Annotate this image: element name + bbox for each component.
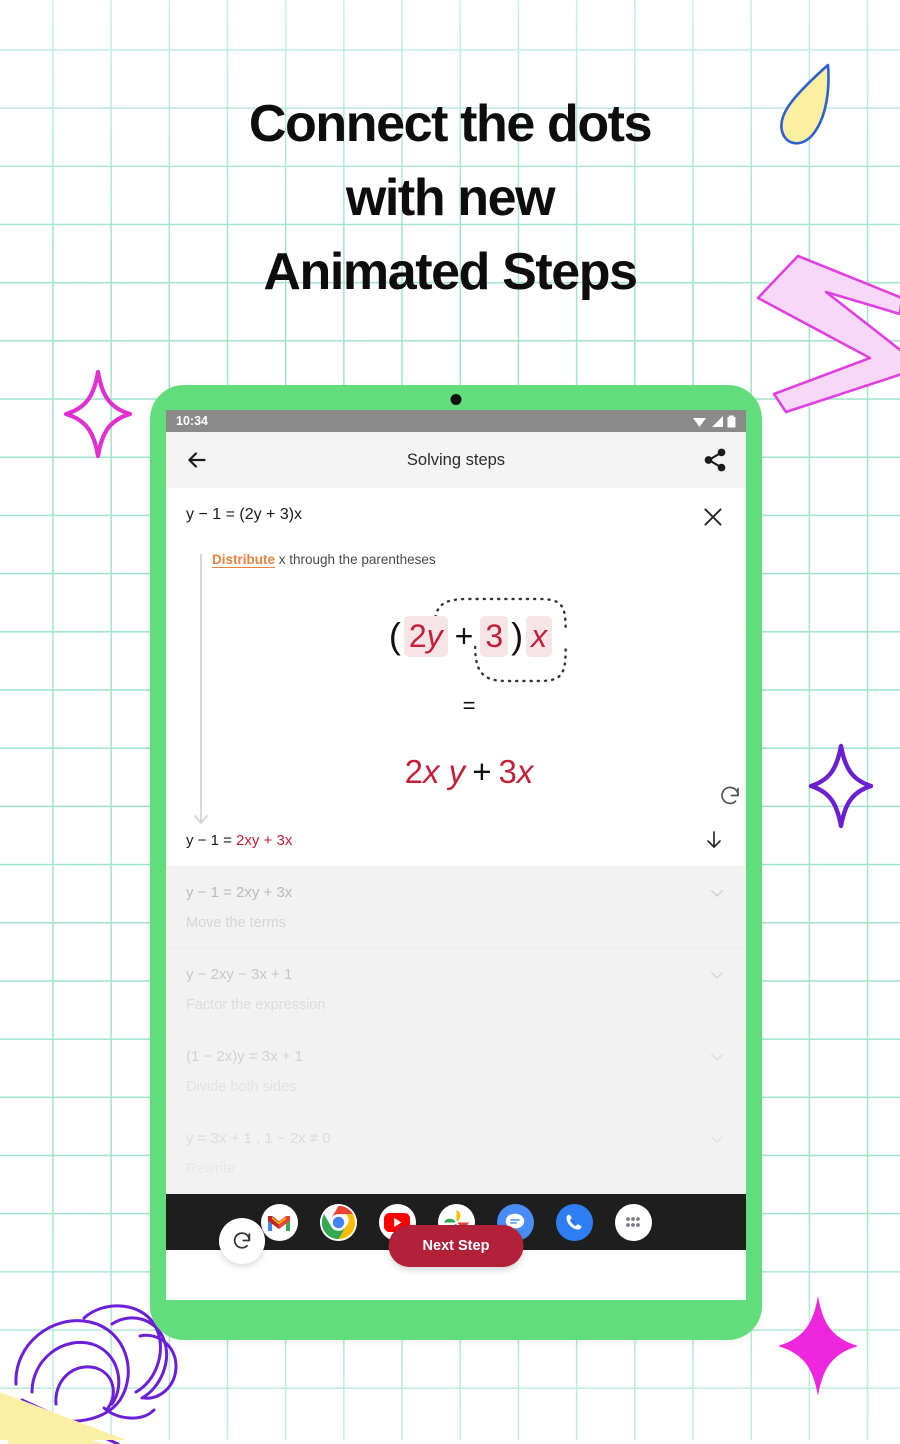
list-item[interactable]: (1 − 2x)y = 3x + 1 Divide both sides [166, 1030, 746, 1112]
headline-line-3: Animated Steps [263, 242, 638, 301]
step-equation: y − 2xy − 3x + 1 [186, 966, 293, 983]
step-equation: y − 1 = 2xy + 3x [186, 884, 293, 901]
expr-term-a-coef: 2 [408, 617, 427, 654]
share-icon[interactable] [702, 447, 728, 473]
active-step-body: Distribute x through the parentheses ( 2… [186, 552, 726, 824]
expr-term-a: 2y [403, 615, 448, 657]
close-icon[interactable] [700, 504, 726, 530]
app-drawer-icon[interactable] [614, 1203, 652, 1241]
step-hint-text: Distribute x through the parentheses [212, 552, 726, 567]
chevron-down-icon[interactable] [708, 1130, 726, 1148]
result-right-var: x [516, 753, 534, 790]
app-bar-title: Solving steps [406, 450, 506, 469]
active-step-result-equation: y − 1 = 2xy + 3x [186, 832, 702, 849]
list-item[interactable]: y = 3x + 1 , 1 − 2x ≠ 0 Rewrite [166, 1112, 746, 1194]
step-description: Rewrite [186, 1161, 236, 1177]
hint-rest: x through the parentheses [275, 552, 436, 567]
step-description: Move the terms [186, 915, 286, 931]
result-right-coef: 3 [498, 753, 517, 790]
headline-line-2: with new [345, 168, 556, 227]
expr-open-paren: ( [388, 615, 401, 656]
down-arrow-icon[interactable] [702, 828, 726, 852]
app-bar: Solving steps [166, 432, 746, 488]
page-title: Connect the dots with new Animated Steps [0, 88, 900, 309]
equals-sign: = [462, 693, 476, 718]
tablet-device: 10:34 Solving steps y − 1 = (2y + 3)x Di… [150, 385, 762, 1340]
headline-line-1: Connect the dots [248, 95, 653, 153]
expr-close-paren: ) [511, 615, 524, 656]
hint-keyword[interactable]: Distribute [212, 552, 275, 567]
expr-term-b: 3 [480, 615, 509, 657]
back-arrow-icon[interactable] [184, 447, 210, 473]
status-bar: 10:34 [166, 410, 746, 432]
replay-icon [233, 1232, 251, 1249]
list-item[interactable]: y − 1 = 2xy + 3x Move the terms [166, 866, 746, 948]
footer-eq-left: y − 1 = [186, 831, 237, 849]
result-left-coef: 2 [404, 753, 424, 790]
step-list: y − 1 = 2xy + 3x Move the terms y − 2xy … [166, 866, 746, 1194]
active-step-header: y − 1 = (2y + 3)x [186, 506, 726, 530]
result-left-vars: x y [423, 753, 466, 790]
next-step-button[interactable]: Next Step [388, 1225, 524, 1267]
active-step-equation: y − 1 = (2y + 3)x [186, 506, 303, 523]
status-bar-icons [692, 415, 736, 428]
sparkle-star-outline-purple [808, 743, 874, 829]
device-screen: 10:34 Solving steps y − 1 = (2y + 3)x Di… [166, 410, 746, 1300]
replay-fab-button[interactable] [219, 1218, 265, 1264]
step-description: Factor the expression [186, 997, 326, 1013]
sparkle-star-solid-magenta [778, 1296, 858, 1396]
sparkle-star-outline-magenta [63, 369, 133, 459]
chrome-icon[interactable] [319, 1203, 357, 1241]
expr-multiplier: x [526, 615, 553, 657]
replay-icon[interactable] [718, 784, 742, 808]
result-expression: 2x y +3x [212, 753, 726, 791]
step-equation: (1 − 2x)y = 3x + 1 [186, 1048, 304, 1065]
expr-operator: + [454, 617, 474, 654]
wifi-icon [693, 417, 706, 427]
gmail-icon[interactable] [260, 1203, 298, 1241]
chevron-down-icon[interactable] [708, 884, 726, 902]
footer-eq-right: 2xy + 3x [236, 831, 293, 849]
animation-area: ( 2y + 3 ) x = 2x y +3x [212, 585, 726, 813]
flow-connector-line [200, 554, 202, 822]
phone-icon[interactable] [555, 1203, 593, 1241]
step-equation: y = 3x + 1 , 1 − 2x ≠ 0 [186, 1130, 331, 1147]
chevron-down-icon[interactable] [708, 1048, 726, 1066]
battery-icon [727, 415, 736, 427]
chevron-down-icon[interactable] [708, 966, 726, 984]
yellow-triangle [0, 1392, 126, 1440]
signal-icon [712, 415, 723, 427]
step-description: Divide both sides [186, 1079, 297, 1095]
result-operator: + [472, 753, 492, 790]
list-item[interactable]: y − 2xy − 3x + 1 Factor the expression [166, 948, 746, 1030]
flow-arrow-head-icon [194, 815, 208, 824]
active-step-card: y − 1 = (2y + 3)x Distribute x through t… [166, 488, 746, 866]
expr-term-a-var: y [426, 617, 443, 654]
status-bar-time: 10:34 [176, 414, 208, 428]
active-step-footer: y − 1 = 2xy + 3x [186, 828, 726, 852]
front-camera-dot [450, 394, 462, 405]
distribute-expression: ( 2y + 3 ) x [212, 615, 726, 657]
